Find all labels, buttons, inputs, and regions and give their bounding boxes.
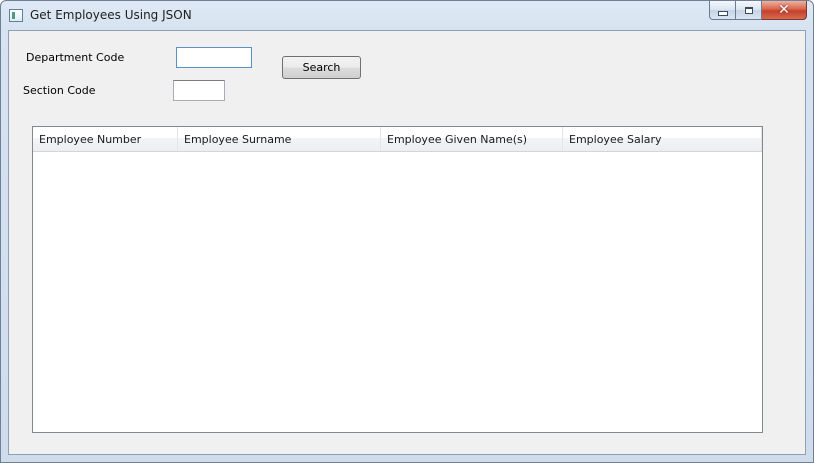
list-body[interactable] bbox=[33, 152, 762, 432]
column-header-employee-salary[interactable]: Employee Salary bbox=[563, 127, 762, 151]
main-window: Get Employees Using JSON ✕ Department Co… bbox=[0, 0, 814, 463]
form-client-area: Department Code Section Code Search Empl… bbox=[8, 30, 806, 455]
column-header-employee-surname[interactable]: Employee Surname bbox=[178, 127, 381, 151]
maximize-button[interactable] bbox=[736, 1, 762, 20]
minimize-icon bbox=[717, 10, 728, 16]
section-code-input[interactable] bbox=[173, 80, 225, 101]
employee-list-view[interactable]: Employee Number Employee Surname Employe… bbox=[32, 126, 763, 433]
window-controls: ✕ bbox=[709, 1, 807, 21]
list-header: Employee Number Employee Surname Employe… bbox=[33, 127, 762, 152]
column-header-employee-number[interactable]: Employee Number bbox=[33, 127, 178, 151]
section-code-label: Section Code bbox=[23, 84, 96, 97]
close-icon: ✕ bbox=[778, 2, 790, 18]
window-app-icon[interactable] bbox=[9, 9, 23, 22]
search-button[interactable]: Search bbox=[282, 56, 361, 79]
department-code-input[interactable] bbox=[176, 47, 252, 68]
column-header-employee-given-names[interactable]: Employee Given Name(s) bbox=[381, 127, 563, 151]
close-button[interactable]: ✕ bbox=[762, 1, 807, 20]
maximize-icon bbox=[744, 6, 753, 14]
department-code-label: Department Code bbox=[26, 51, 125, 64]
window-title: Get Employees Using JSON bbox=[30, 8, 192, 22]
title-bar[interactable]: Get Employees Using JSON ✕ bbox=[1, 1, 813, 30]
minimize-button[interactable] bbox=[709, 1, 736, 20]
